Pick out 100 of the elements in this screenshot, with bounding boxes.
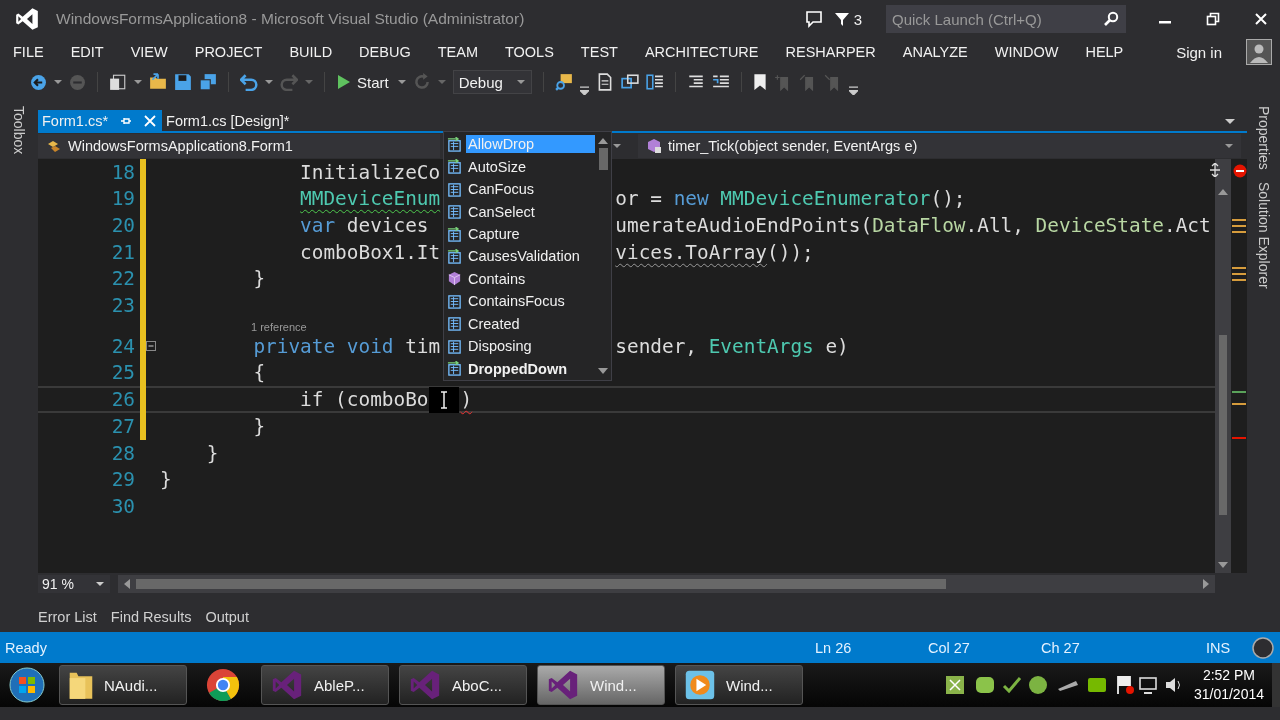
document-tab[interactable]: Form1.cs* — [38, 110, 163, 132]
zoom-dropdown[interactable]: 91 % — [38, 575, 110, 593]
class-dropdown[interactable]: WindowsFormsApplication8.Form1 — [38, 134, 440, 159]
vs-logo-icon — [14, 6, 40, 32]
menu-item[interactable]: TEAM — [437, 44, 478, 60]
menu-item[interactable]: HELP — [1085, 44, 1124, 60]
completion-item[interactable]: CanSelect — [444, 200, 595, 223]
menu-item[interactable]: TEST — [580, 44, 618, 60]
caret-icon[interactable] — [397, 78, 406, 86]
tool-window-tab[interactable]: Output — [205, 609, 249, 626]
caret-icon[interactable] — [134, 78, 142, 86]
caret-icon[interactable] — [265, 78, 273, 86]
configuration-dropdown[interactable]: Debug — [452, 70, 532, 94]
property-list-icon — [447, 293, 462, 309]
menu-item[interactable]: DEBUG — [359, 44, 411, 60]
start-orb-icon[interactable] — [9, 667, 45, 703]
completion-item[interactable]: Created — [444, 312, 595, 336]
tool-window-tab[interactable]: Find Results — [110, 609, 192, 626]
scroll-down-icon[interactable] — [1218, 562, 1228, 569]
code-token: ()); — [767, 240, 814, 264]
scroll-thumb[interactable] — [598, 148, 608, 170]
avatar-icon[interactable] — [1246, 39, 1272, 65]
scroll-thumb[interactable] — [136, 579, 946, 589]
member-dropdown[interactable]: timer_Tick(object sender, EventArgs e) — [638, 134, 1241, 159]
completion-item[interactable]: CanFocus — [444, 177, 595, 201]
menu-item[interactable]: PROJECT — [194, 44, 263, 60]
vs-logo-icon — [270, 668, 304, 702]
taskbar-button[interactable]: AbleP... — [261, 665, 389, 705]
vs-logo-icon — [408, 668, 442, 702]
menu-item[interactable]: RESHARPER — [785, 44, 876, 60]
search-button[interactable] — [1096, 5, 1126, 33]
code-token: private — [253, 334, 337, 358]
line-number: 21 — [110, 240, 135, 264]
error-icon — [1233, 163, 1247, 178]
horizontal-scrollbar[interactable] — [118, 575, 1215, 593]
collapse-icon[interactable] — [146, 341, 156, 352]
menu-item[interactable]: TOOLS — [504, 44, 554, 60]
scroll-right-icon[interactable] — [1203, 579, 1209, 589]
close-icon[interactable] — [1254, 12, 1268, 26]
menu-item[interactable]: WINDOW — [994, 44, 1059, 60]
overflow-icon[interactable] — [579, 86, 589, 95]
browser-icon — [206, 668, 240, 702]
scroll-up-icon[interactable] — [598, 138, 608, 144]
code-token: } — [160, 468, 172, 492]
window-layout-icon[interactable] — [620, 73, 639, 91]
feedback-icon[interactable] — [803, 9, 824, 29]
status-message: Ready — [5, 639, 48, 656]
completion-item[interactable]: DroppedDown — [444, 357, 595, 380]
completion-item[interactable]: CausesValidation — [444, 245, 595, 268]
list-columns-icon[interactable] — [645, 73, 664, 91]
scroll-up-icon[interactable] — [1218, 188, 1228, 195]
document-tab[interactable]: Form1.cs [Design]* — [162, 110, 296, 132]
line-number: 18 — [110, 160, 135, 184]
media-player-icon — [684, 669, 716, 701]
caret-icon[interactable] — [54, 78, 62, 86]
start-button[interactable]: Start — [336, 73, 391, 91]
taskbar-button[interactable]: AboC... — [399, 665, 527, 705]
caret-icon — [1225, 142, 1233, 151]
restore-icon[interactable] — [1206, 12, 1220, 26]
filter-icon[interactable] — [833, 11, 850, 27]
feedback-circle-icon[interactable] — [1252, 636, 1274, 659]
save-icon[interactable] — [174, 73, 192, 91]
codelens-reference[interactable]: 1 reference — [251, 320, 307, 333]
caret-icon[interactable] — [1225, 116, 1235, 125]
menu-item[interactable]: VIEW — [130, 44, 168, 60]
back-icon[interactable] — [30, 73, 47, 91]
overflow-icon[interactable] — [848, 86, 858, 95]
save-all-icon[interactable] — [199, 73, 217, 91]
tab-label: Form1.cs* — [42, 112, 109, 129]
completion-item[interactable]: AutoSize — [444, 155, 595, 178]
taskbar-button[interactable]: Wind... — [675, 665, 803, 705]
completion-item[interactable]: Capture — [444, 222, 595, 246]
split-icon[interactable] — [1209, 162, 1221, 177]
vertical-scrollbar[interactable] — [1215, 158, 1231, 574]
bookmark-icon[interactable] — [752, 73, 767, 91]
sign-in-link[interactable]: Sign in — [1176, 43, 1222, 61]
completion-item[interactable]: Contains — [444, 267, 595, 291]
toolbox-tab[interactable]: Toolbox — [11, 106, 27, 155]
quick-launch-field[interactable]: Quick Launch (Ctrl+Q) — [886, 5, 1096, 33]
scroll-down-icon[interactable] — [598, 368, 608, 374]
scroll-left-icon[interactable] — [124, 579, 130, 589]
line-number: 29 — [110, 468, 135, 492]
taskbar-button[interactable]: NAudi... — [59, 665, 187, 705]
menu-item[interactable]: BUILD — [289, 44, 333, 60]
completion-item[interactable]: Disposing — [444, 335, 595, 358]
menu-item[interactable]: EDIT — [70, 44, 104, 60]
folder-icon[interactable] — [149, 73, 167, 91]
completion-item[interactable]: ContainsFocus — [444, 290, 595, 313]
new-project-icon[interactable] — [109, 73, 127, 91]
undo-icon[interactable] — [240, 73, 258, 91]
property-list-icon — [447, 338, 462, 354]
menu-item[interactable]: ARCHITECTURE — [644, 44, 759, 60]
menu-item[interactable]: ANALYZE — [902, 44, 968, 60]
side-panel-tab[interactable]: Properties — [1255, 106, 1272, 170]
side-panel-tab[interactable]: Solution Explorer — [1255, 181, 1272, 289]
tool-window-tab[interactable]: Error List — [38, 609, 97, 626]
scroll-thumb[interactable] — [1219, 334, 1227, 515]
line-number: 25 — [110, 361, 135, 385]
menu-item[interactable]: FILE — [13, 44, 44, 60]
find-in-files-icon[interactable] — [554, 73, 573, 91]
